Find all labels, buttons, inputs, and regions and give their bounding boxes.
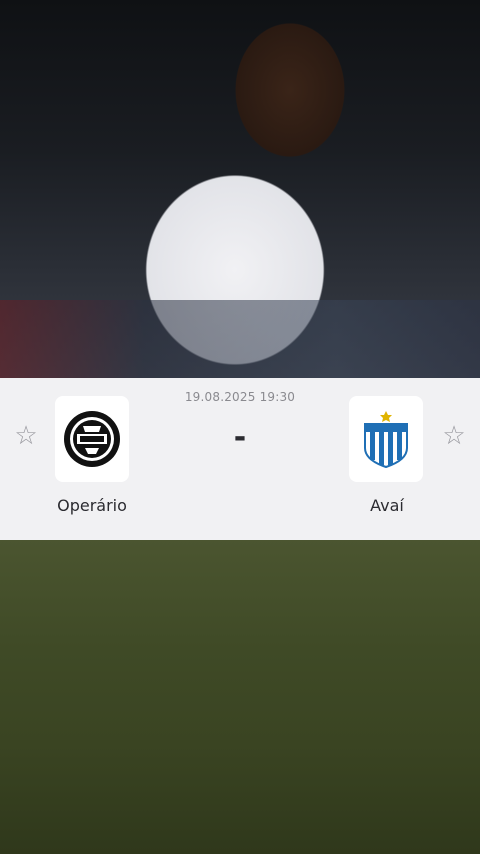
player-photo-top bbox=[0, 0, 480, 378]
favorite-away-star-icon[interactable]: ☆ bbox=[440, 422, 468, 450]
away-team-crest[interactable] bbox=[349, 396, 423, 482]
stadium-background bbox=[0, 300, 480, 378]
match-card[interactable]: 19.08.2025 19:30 ☆ - ☆ Operário Avaí bbox=[0, 378, 480, 540]
avai-crest-icon bbox=[364, 411, 408, 468]
home-team-name[interactable]: Operário bbox=[12, 496, 172, 515]
away-team-name[interactable]: Avaí bbox=[307, 496, 467, 515]
player-photo-bottom bbox=[0, 540, 480, 854]
